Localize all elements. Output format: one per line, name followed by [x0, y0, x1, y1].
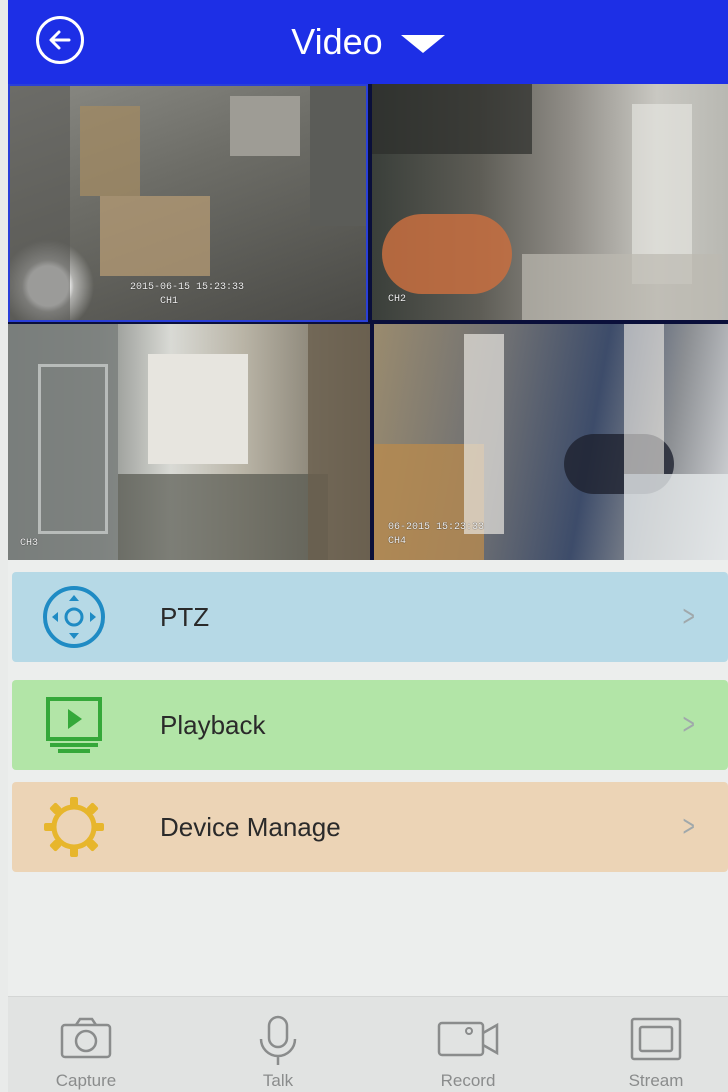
stream-frame-icon: [630, 1017, 682, 1061]
menu-item-ptz[interactable]: PTZ >: [12, 572, 728, 662]
camera-label-1: CH1: [160, 296, 179, 307]
stream-button[interactable]: Stream: [586, 997, 726, 1092]
menu-label-playback: Playback: [160, 709, 266, 740]
camera-stamp-1: 2015-06-15 15:23:33: [130, 282, 245, 293]
camera-label-2: CH2: [388, 294, 407, 305]
top-bar: Video: [8, 0, 728, 84]
bottom-toolbar: Capture Talk Record Stream: [8, 996, 728, 1092]
ptz-joystick-icon: [43, 586, 105, 648]
triangle-down-icon: [400, 35, 445, 53]
monitor-play-icon: [46, 697, 102, 753]
title-dropdown[interactable]: Video: [8, 0, 728, 84]
capture-label: Capture: [55, 1071, 117, 1090]
chevron-right-icon: >: [683, 600, 696, 633]
menu-item-device-manage[interactable]: Device Manage >: [12, 782, 728, 872]
talk-button[interactable]: Talk: [208, 997, 348, 1092]
talk-label: Talk: [262, 1071, 294, 1090]
video-camera-icon: [437, 1021, 499, 1057]
menu-label-device-manage: Device Manage: [160, 811, 341, 842]
back-arrow-icon: [49, 30, 71, 50]
page-title: Video: [291, 21, 383, 62]
menu-label-ptz: PTZ: [160, 601, 210, 632]
camera-view-2[interactable]: CH2: [372, 84, 728, 320]
gear-icon: [44, 797, 104, 857]
camera-view-1[interactable]: 2015-06-15 15:23:33 CH1: [8, 84, 368, 322]
camera-view-4[interactable]: 06-2015 15:23:33 CH4: [374, 324, 728, 560]
camera-stamp-4: 06-2015 15:23:33: [388, 522, 485, 533]
app-frame: Video 2015-06-15 15:23:33 CH1 CH2 CH3 06…: [8, 0, 728, 1092]
video-grid: 2015-06-15 15:23:33 CH1 CH2 CH3 06-2015 …: [8, 84, 728, 560]
back-button[interactable]: [36, 16, 84, 64]
stream-label: Stream: [628, 1071, 684, 1090]
capture-button[interactable]: Capture: [16, 997, 156, 1092]
record-label: Record: [440, 1071, 496, 1090]
chevron-right-icon: >: [683, 708, 696, 741]
camera-label-4: CH4: [388, 536, 407, 547]
menu-item-playback[interactable]: Playback >: [12, 680, 728, 770]
chevron-right-icon: >: [683, 810, 696, 843]
camera-label-3: CH3: [20, 538, 39, 549]
camera-view-3[interactable]: CH3: [8, 324, 370, 560]
microphone-icon: [259, 1015, 297, 1065]
record-button[interactable]: Record: [398, 997, 538, 1092]
camera-icon: [60, 1017, 112, 1059]
